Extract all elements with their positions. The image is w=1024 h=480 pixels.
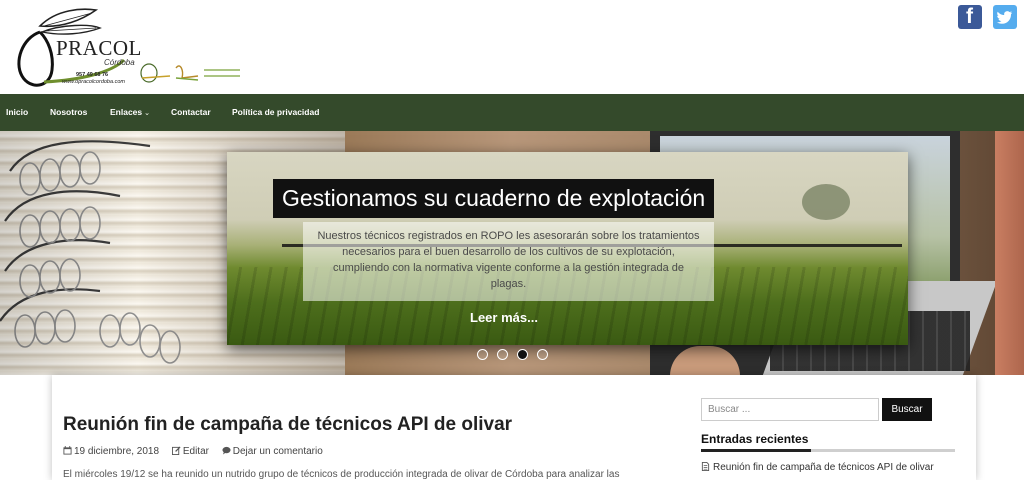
logo-phone: 957 49 68 76	[76, 72, 109, 78]
facebook-icon: f	[966, 5, 973, 28]
site-header: PRACOL Córdoba 957 49 68 76 www.opracolc…	[0, 0, 1024, 94]
calendar-icon	[63, 446, 72, 455]
facebook-link[interactable]: f	[958, 5, 982, 29]
slider-dot-2[interactable]	[497, 349, 508, 360]
main-navigation: Inicio Nosotros Enlaces ⌄ Contactar Polít…	[0, 94, 1024, 131]
nav-item-label: Enlaces	[110, 107, 143, 117]
slider-dot-1[interactable]	[477, 349, 488, 360]
twitter-icon	[997, 11, 1012, 24]
post-date[interactable]: 19 diciembre, 2018	[63, 446, 164, 457]
edit-link[interactable]: Editar	[171, 446, 214, 457]
read-more-link[interactable]: Leer más...	[470, 310, 538, 325]
search-button[interactable]: Buscar	[882, 398, 932, 421]
slider-dot-3[interactable]	[517, 349, 528, 360]
nav-item-nosotros[interactable]: Nosotros	[50, 94, 87, 131]
search-input[interactable]	[701, 398, 879, 421]
edit-icon	[171, 446, 181, 455]
nav-item-contactar[interactable]: Contactar	[171, 94, 211, 131]
slider-dot-4[interactable]	[537, 349, 548, 360]
comment-icon	[222, 446, 231, 455]
logo-city: Córdoba	[104, 58, 135, 67]
recent-posts-title: Entradas recientes	[701, 432, 955, 452]
slide-description: Nuestros técnicos registrados en ROPO le…	[303, 222, 714, 301]
post-title[interactable]: Reunión fin de campaña de técnicos API d…	[63, 414, 512, 436]
post-meta: 19 diciembre, 2018 Editar Dejar un comen…	[63, 446, 333, 457]
site-logo[interactable]: PRACOL Córdoba 957 49 68 76 www.opracolc…	[12, 4, 242, 92]
document-icon	[701, 462, 710, 471]
twitter-link[interactable]	[993, 5, 1017, 29]
logo-website: www.opracolcordoba.com	[62, 79, 125, 85]
chevron-down-icon: ⌄	[144, 110, 151, 117]
nav-item-privacidad[interactable]: Política de privacidad	[232, 94, 319, 131]
comment-link[interactable]: Dejar un comentario	[222, 446, 328, 457]
nav-item-enlaces[interactable]: Enlaces ⌄	[110, 94, 150, 131]
nav-item-inicio[interactable]: Inicio	[6, 94, 28, 131]
slide-title: Gestionamos su cuaderno de explotación	[273, 179, 715, 218]
recent-post-item[interactable]: Reunión fin de campaña de técnicos API d…	[701, 462, 934, 473]
post-excerpt: El miércoles 19/12 se ha reunido un nutr…	[63, 469, 620, 480]
